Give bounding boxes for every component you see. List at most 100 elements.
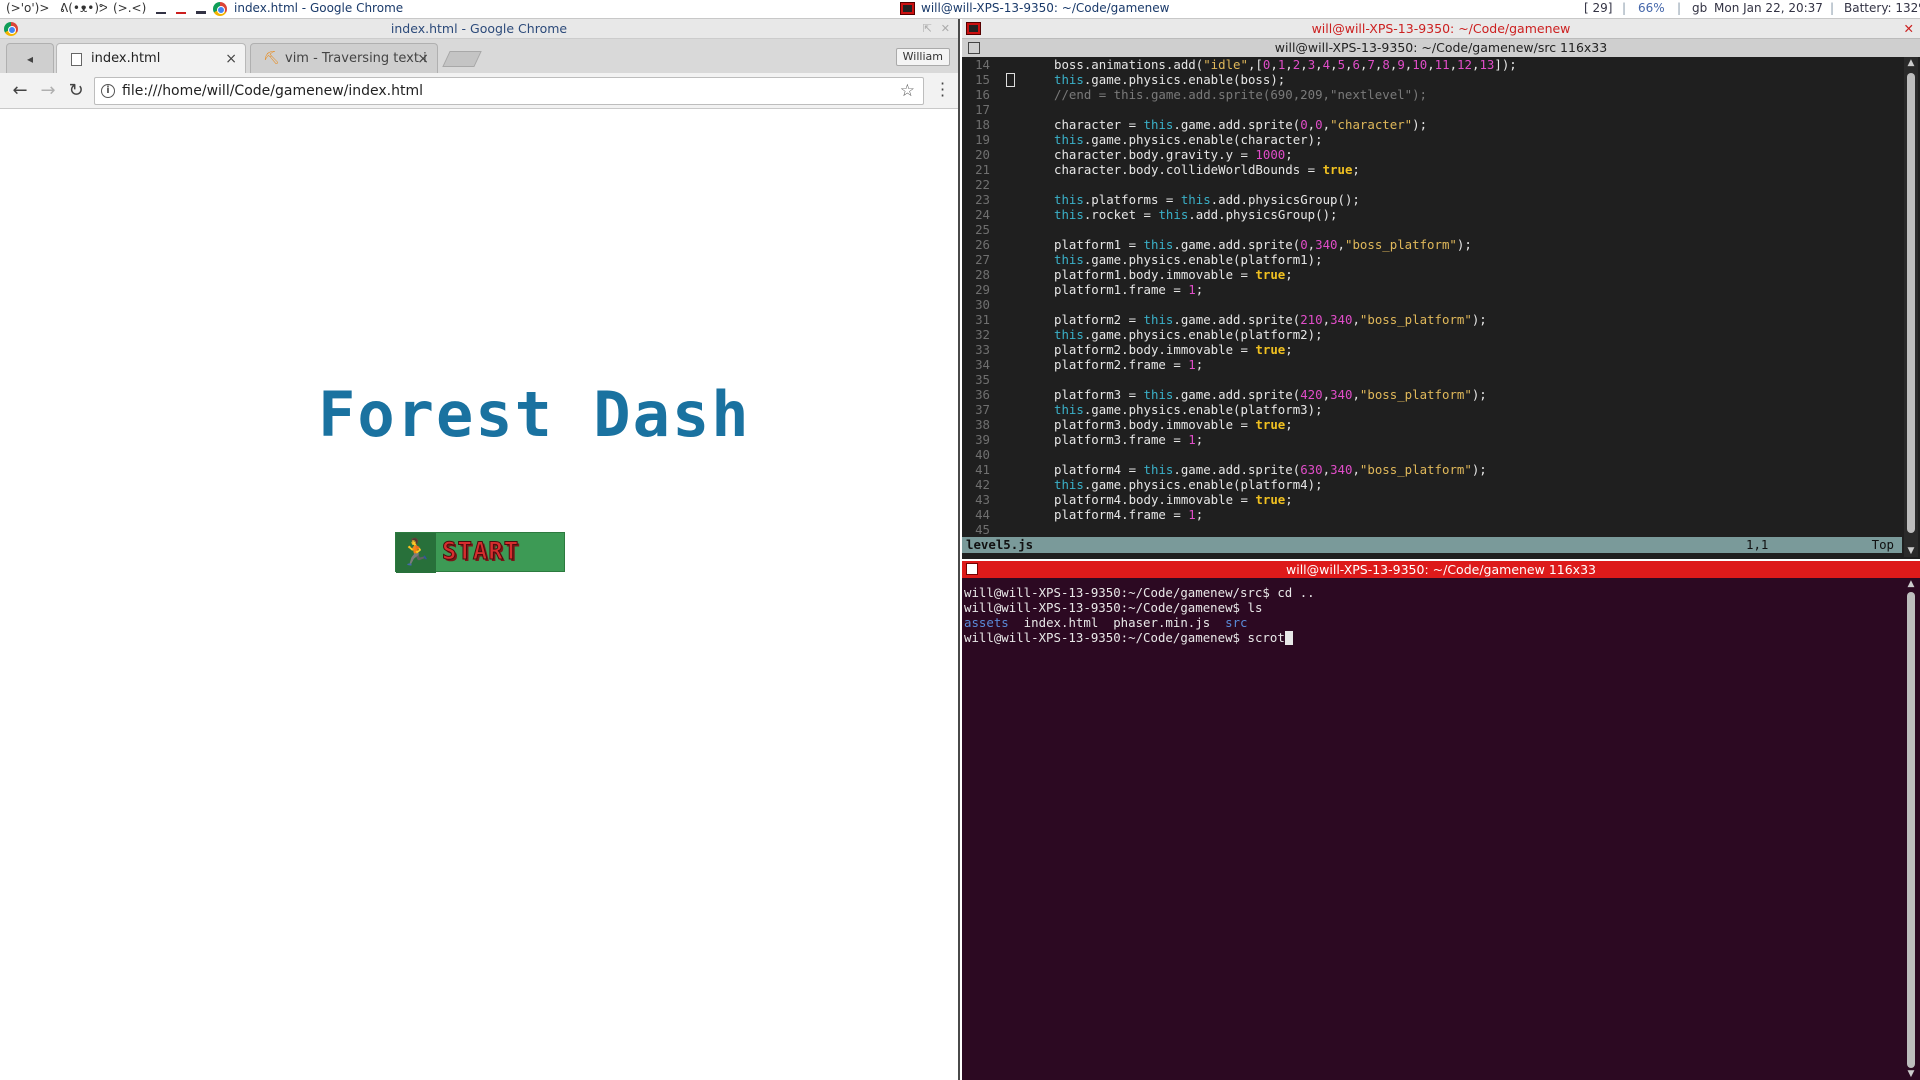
command: cd .. <box>1277 585 1315 600</box>
code-line: 40 <box>962 447 1902 462</box>
code-line: 28 platform1.body.immovable = true; <box>962 267 1902 282</box>
ls-output: assets index.html phaser.min.js src <box>964 615 1315 630</box>
bookmark-star-icon[interactable]: ☆ <box>900 81 915 101</box>
code-text: platform4.body.immovable = true; <box>1054 492 1293 507</box>
scroll-down-icon[interactable]: ▼ <box>1904 1068 1918 1080</box>
text-cursor <box>1284 631 1293 645</box>
tab-index-html[interactable]: index.html × <box>56 43 246 73</box>
new-tab-button[interactable] <box>442 51 482 67</box>
separator: | <box>1622 1 1627 15</box>
code-text: character.body.gravity.y = 1000; <box>1054 147 1293 162</box>
vim-scrollbar[interactable]: ▲ ▼ <box>1904 57 1918 557</box>
workspace-count: [ 29] <box>1584 1 1613 15</box>
vim-subtitle: will@will-XPS-13-9350: ~/Code/gamenew/sr… <box>1274 40 1608 55</box>
code-text: platform2.body.immovable = true; <box>1054 342 1293 357</box>
terminal-window-title: will@will-XPS-13-9350: ~/Code/gamenew 11… <box>1286 562 1596 577</box>
close-icon[interactable]: ✕ <box>1904 19 1914 39</box>
status-position: 1,1 <box>1746 537 1769 552</box>
terminal-window-title[interactable]: will@will-XPS-13-9350: ~/Code/gamenew <box>921 1 1169 15</box>
code-line: 17 <box>962 102 1902 117</box>
vim-subtitle-bar: will@will-XPS-13-9350: ~/Code/gamenew/sr… <box>962 39 1920 57</box>
scrollbar-thumb[interactable] <box>1907 73 1915 533</box>
terminal-scrollbar[interactable]: ▲ ▼ <box>1904 578 1918 1080</box>
terminal-line: will@will-XPS-13-9350:~/Code/gamenew$ ls <box>964 600 1315 615</box>
close-icon[interactable]: ✕ <box>941 19 950 39</box>
chrome-toolbar: ← → ↻ i file:///home/will/Code/gamenew/i… <box>0 73 958 109</box>
terminal-icon <box>900 2 915 15</box>
line-number: 26 <box>975 237 990 252</box>
line-number: 21 <box>975 162 990 177</box>
start-label: START <box>441 537 520 566</box>
minimized-window-icon[interactable] <box>156 4 166 14</box>
back-icon[interactable]: ← <box>8 79 32 103</box>
command: ls <box>1247 600 1263 615</box>
reload-icon[interactable]: ↻ <box>64 79 88 103</box>
stackexchange-icon: ⛏ <box>263 51 280 66</box>
line-number: 28 <box>975 267 990 282</box>
code-line: 16 //end = this.game.add.sprite(690,209,"… <box>962 87 1902 102</box>
line-number: 27 <box>975 252 990 267</box>
code-text: platform1.body.immovable = true; <box>1054 267 1293 282</box>
code-line: 21 character.body.collideWorldBounds = tr… <box>962 162 1902 177</box>
code-line: 23 this.platforms = this.add.physicsGroup… <box>962 192 1902 207</box>
code-text: platform3 = this.game.add.sprite(420,340… <box>1054 387 1487 402</box>
vim-cursor <box>1006 73 1015 87</box>
chrome-icon <box>4 22 18 36</box>
code-line: 42 this.game.physics.enable(platform4); <box>962 477 1902 492</box>
code-line: 34 platform2.frame = 1; <box>962 357 1902 372</box>
audio-tab-icon[interactable]: ◂ <box>6 43 54 73</box>
terminal-line: will@will-XPS-13-9350:~/Code/gamenew$ sc… <box>964 630 1315 645</box>
line-number: 42 <box>975 477 990 492</box>
chrome-window-title[interactable]: index.html - Google Chrome <box>234 1 403 15</box>
scrollbar-thumb[interactable] <box>1907 592 1915 1068</box>
chrome-menu-icon[interactable]: · · · <box>940 76 946 104</box>
code-text: this.game.physics.enable(platform3); <box>1054 402 1323 417</box>
volume-status: 66% <box>1638 1 1665 15</box>
start-button[interactable]: 🏃 START <box>395 532 565 573</box>
forward-icon[interactable]: → <box>36 79 60 103</box>
i3-status-bar: (>'o')> ᕕ(•ᴥ•)ᕗ (>.<) index.html - Googl… <box>0 0 1920 19</box>
tab-close-icon[interactable]: × <box>417 44 429 74</box>
workspace-2[interactable]: ᕕ(•ᴥ•)ᕗ <box>60 1 108 15</box>
scroll-up-icon[interactable]: ▲ <box>1904 578 1918 590</box>
profile-button[interactable]: William <box>895 48 950 66</box>
scroll-up-icon[interactable]: ▲ <box>1904 57 1918 69</box>
workspace-1[interactable]: (>'o')> <box>6 1 49 15</box>
terminal-window: will@will-XPS-13-9350: ~/Code/gamenew 11… <box>962 561 1920 1080</box>
vim-code-area[interactable]: 14 boss.animations.add("idle",[0,1,2,3,4,… <box>962 57 1902 535</box>
line-number: 18 <box>975 117 990 132</box>
vim-titlebar[interactable]: will@will-XPS-13-9350: ~/Code/gamenew ✕ <box>962 19 1920 39</box>
address-bar[interactable]: i file:///home/will/Code/gamenew/index.h… <box>94 77 924 105</box>
info-icon[interactable]: i <box>101 84 115 98</box>
url-text: file:///home/will/Code/gamenew/index.htm… <box>122 83 423 99</box>
terminal-titlebar[interactable]: will@will-XPS-13-9350: ~/Code/gamenew 11… <box>962 561 1920 578</box>
terminal-menu-icon[interactable] <box>968 42 980 54</box>
code-line: 41 platform4 = this.game.add.sprite(630,3… <box>962 462 1902 477</box>
code-text: this.game.physics.enable(platform1); <box>1054 252 1323 267</box>
workspace-3[interactable]: (>.<) <box>113 1 146 15</box>
tab-vim-traversing[interactable]: ⛏ vim - Traversing text i × <box>250 43 438 73</box>
code-text: platform1.frame = 1; <box>1054 282 1204 297</box>
line-number: 38 <box>975 417 990 432</box>
code-line: 33 platform2.body.immovable = true; <box>962 342 1902 357</box>
dir-src: src <box>1225 615 1248 630</box>
separator: | <box>1830 1 1835 15</box>
code-line: 37 this.game.physics.enable(platform3); <box>962 402 1902 417</box>
clock: Mon Jan 22, 20:37 <box>1714 1 1823 15</box>
line-number: 32 <box>975 327 990 342</box>
minimized-window-icon[interactable] <box>176 4 186 14</box>
dir-assets: assets <box>964 615 1009 630</box>
running-man-icon: 🏃 <box>396 533 436 573</box>
chrome-titlebar[interactable]: index.html - Google Chrome ⇱ ✕ <box>0 19 958 39</box>
code-text: //end = this.game.add.sprite(690,209,"ne… <box>1054 87 1427 102</box>
code-text: platform3.body.immovable = true; <box>1054 417 1293 432</box>
maximize-icon[interactable]: ⇱ <box>923 19 932 39</box>
prompt: will@will-XPS-13-9350:~/Code/gamenew$ <box>964 600 1248 615</box>
code-text: platform4 = this.game.add.sprite(630,340… <box>1054 462 1487 477</box>
line-number: 39 <box>975 432 990 447</box>
line-number: 29 <box>975 282 990 297</box>
tab-close-icon[interactable]: × <box>225 44 237 74</box>
scroll-down-icon[interactable]: ▼ <box>1904 545 1918 557</box>
terminal-output[interactable]: will@will-XPS-13-9350:~/Code/gamenew/src… <box>964 585 1315 645</box>
minimized-window-icon[interactable] <box>196 4 206 14</box>
